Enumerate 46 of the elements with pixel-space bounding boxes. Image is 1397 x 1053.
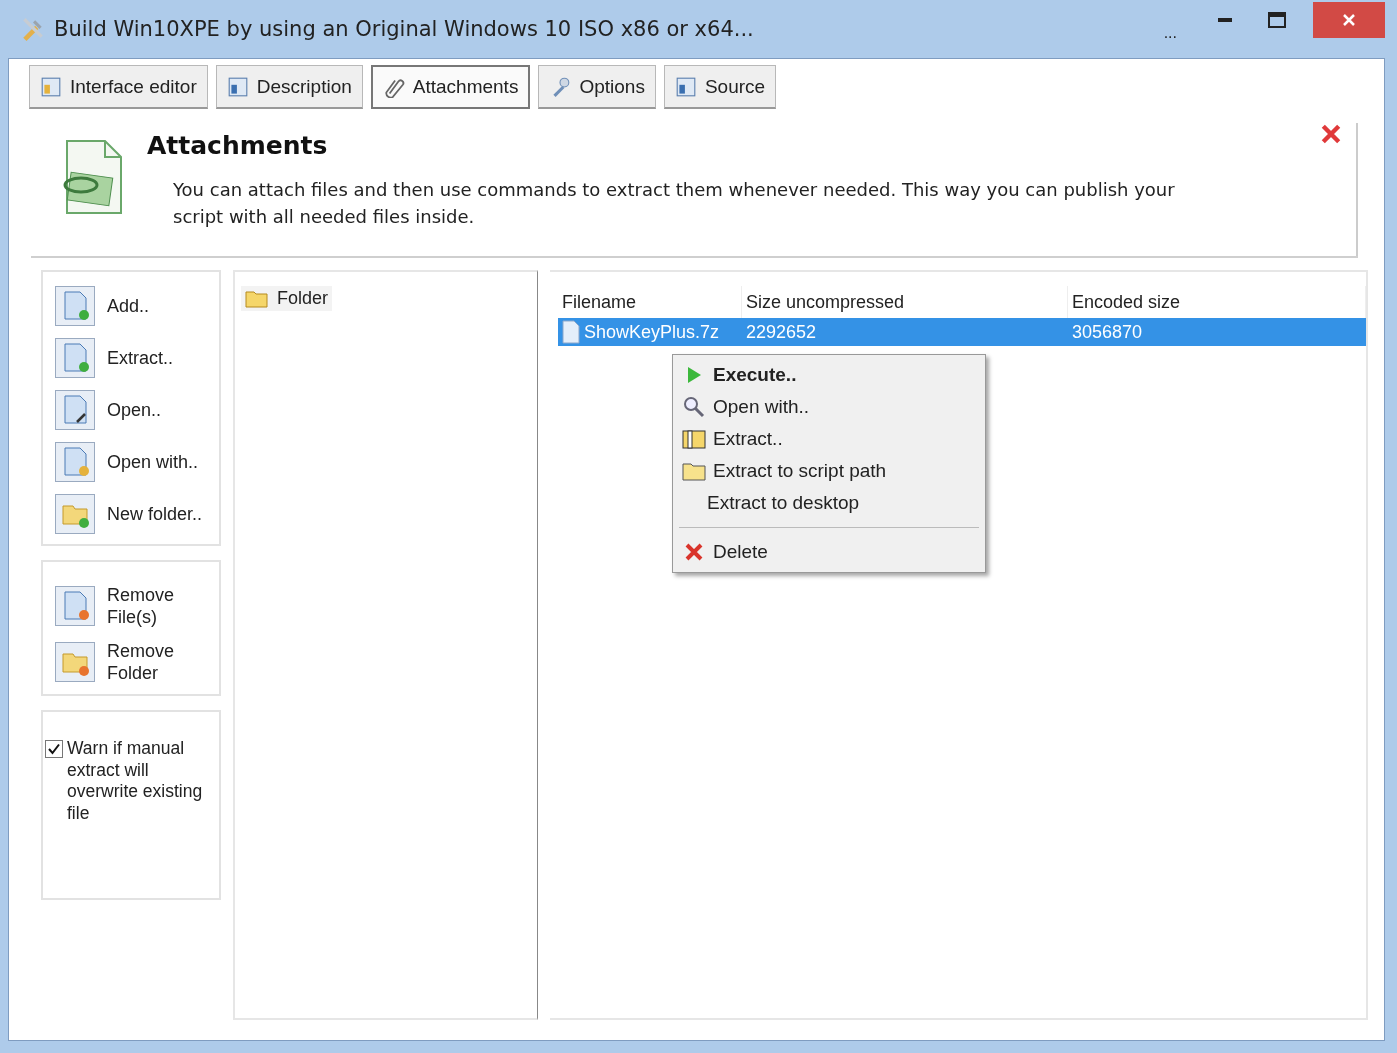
maximize-icon bbox=[1268, 12, 1286, 28]
folder-icon bbox=[55, 494, 95, 534]
action-button[interactable]: Remove File(s) bbox=[55, 584, 211, 628]
action-button[interactable]: Add.. bbox=[55, 286, 211, 326]
delete-icon bbox=[685, 543, 703, 561]
menu-item[interactable]: Extract to desktop bbox=[673, 487, 985, 519]
table-cell: 3056870 bbox=[1072, 321, 1143, 343]
menu-item[interactable]: Execute.. bbox=[673, 359, 985, 391]
menu-item[interactable]: Delete bbox=[673, 536, 985, 568]
section-title: Attachments bbox=[147, 131, 328, 160]
action-button[interactable]: Open with.. bbox=[55, 442, 211, 482]
archive-icon bbox=[682, 429, 706, 449]
tab[interactable]: Source bbox=[663, 65, 777, 109]
checkmark-icon bbox=[48, 743, 60, 755]
table-cell: ShowKeyPlus.7z bbox=[584, 321, 720, 343]
folder-item[interactable]: Folder bbox=[241, 286, 333, 311]
action-button[interactable]: Open.. bbox=[55, 390, 211, 430]
minimize-icon bbox=[1218, 18, 1232, 22]
window-title: Build Win10XPE by using an Original Windows 10 ISO x86 or x64... bbox=[54, 17, 755, 41]
action-button[interactable]: Remove Folder bbox=[55, 640, 211, 684]
action-button[interactable]: New folder.. bbox=[55, 494, 211, 534]
folder-icon bbox=[55, 642, 95, 682]
more-button[interactable]: ... bbox=[1163, 24, 1177, 42]
menu-item[interactable]: Extract to script path bbox=[673, 455, 985, 487]
menu-item[interactable]: Open with.. bbox=[673, 391, 985, 423]
folder-icon bbox=[245, 288, 269, 309]
window-icon bbox=[40, 75, 62, 98]
action-button[interactable]: Extract.. bbox=[55, 338, 211, 378]
paperclip-icon bbox=[382, 76, 405, 98]
close-icon bbox=[1342, 13, 1356, 27]
tab[interactable]: Options bbox=[538, 65, 656, 109]
close-icon[interactable] bbox=[1320, 123, 1342, 145]
file-icon bbox=[562, 320, 580, 344]
play-icon bbox=[686, 366, 702, 384]
section-description: You can attach files and then use commands to extract them whenever needed. This way you can publish your script with all needed files inside. bbox=[173, 178, 1176, 229]
folder-icon bbox=[682, 461, 706, 481]
menu-item[interactable]: Extract.. bbox=[673, 423, 985, 455]
search-icon bbox=[683, 396, 705, 418]
tab[interactable]: Description bbox=[215, 65, 363, 109]
tab[interactable]: Interface editor bbox=[29, 65, 208, 109]
close-button[interactable] bbox=[1313, 2, 1385, 38]
checkbox-label: Warn if manual extract will overwrite existing file bbox=[67, 738, 204, 824]
table-cell: 2292652 bbox=[746, 321, 817, 343]
tools-icon bbox=[20, 16, 46, 42]
checkbox[interactable] bbox=[45, 740, 63, 758]
tab[interactable]: Attachments bbox=[370, 65, 531, 109]
